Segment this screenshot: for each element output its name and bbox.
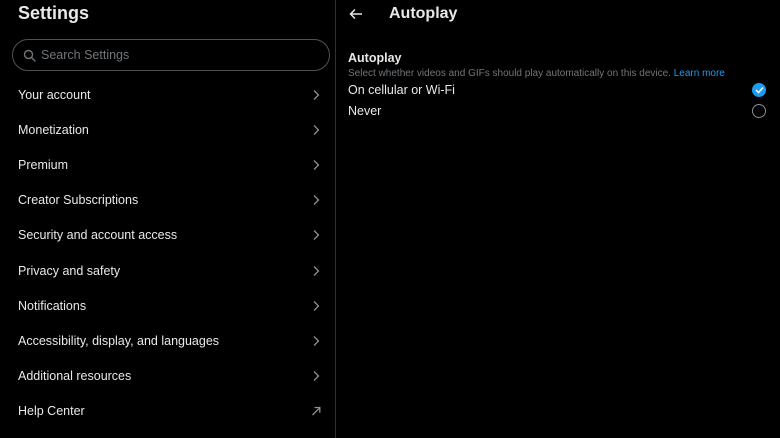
sidebar-item-help-center[interactable]: Help Center	[0, 394, 335, 429]
chevron-right-icon	[311, 265, 321, 277]
autoplay-option-never[interactable]: Never	[348, 102, 766, 120]
search-input[interactable]	[41, 48, 311, 62]
settings-app: Settings Your account Monetization	[0, 0, 780, 438]
sidebar-item-label: Privacy and safety	[18, 263, 121, 278]
sidebar-item-label: Creator Subscriptions	[18, 193, 139, 208]
sidebar-item-additional-resources[interactable]: Additional resources	[0, 359, 335, 394]
sidebar-item-security[interactable]: Security and account access	[0, 218, 335, 253]
sidebar-item-label: Notifications	[18, 298, 87, 313]
autoplay-pane: Autoplay Autoplay Select whether videos …	[337, 0, 780, 438]
radio-checked[interactable]	[752, 83, 766, 97]
autoplay-option-cellular-wifi[interactable]: On cellular or Wi-Fi	[348, 81, 766, 99]
page-title: Autoplay	[389, 5, 458, 22]
settings-title: Settings	[18, 3, 90, 23]
back-arrow-icon	[349, 8, 363, 20]
sidebar-item-premium[interactable]: Premium	[0, 147, 335, 182]
chevron-right-icon	[311, 370, 321, 382]
checkmark-icon	[754, 86, 764, 94]
sidebar-item-monetization[interactable]: Monetization	[0, 112, 335, 147]
section-description: Select whether videos and GIFs should pl…	[348, 68, 725, 79]
sidebar-item-label: Accessibility, display, and languages	[18, 333, 220, 348]
settings-sidebar: Settings Your account Monetization	[0, 0, 336, 438]
chevron-right-icon	[311, 229, 321, 241]
option-label: Never	[348, 104, 382, 118]
chevron-right-icon	[311, 300, 321, 312]
sidebar-item-label: Help Center	[18, 404, 85, 419]
back-button[interactable]	[347, 5, 365, 23]
sidebar-item-label: Security and account access	[18, 228, 178, 243]
sidebar-item-label: Your account	[18, 87, 91, 102]
section-title: Autoplay	[348, 51, 402, 65]
option-label: On cellular or Wi-Fi	[348, 83, 455, 97]
chevron-right-icon	[311, 194, 321, 206]
chevron-right-icon	[311, 159, 321, 171]
sidebar-item-label: Additional resources	[18, 369, 132, 384]
search-icon	[23, 49, 36, 62]
sidebar-item-label: Monetization	[18, 122, 89, 137]
external-link-icon	[311, 405, 321, 417]
settings-menu: Your account Monetization Premium Creato…	[0, 77, 335, 429]
description-text: Select whether videos and GIFs should pl…	[348, 68, 671, 79]
radio-unchecked[interactable]	[752, 104, 766, 118]
chevron-right-icon	[311, 89, 321, 101]
sidebar-item-your-account[interactable]: Your account	[0, 77, 335, 112]
chevron-right-icon	[311, 124, 321, 136]
sidebar-item-privacy[interactable]: Privacy and safety	[0, 253, 335, 288]
search-box[interactable]	[12, 39, 330, 71]
sidebar-item-creator-subscriptions[interactable]: Creator Subscriptions	[0, 183, 335, 218]
sidebar-item-accessibility[interactable]: Accessibility, display, and languages	[0, 323, 335, 358]
sidebar-item-notifications[interactable]: Notifications	[0, 288, 335, 323]
sidebar-item-label: Premium	[18, 157, 69, 172]
chevron-right-icon	[311, 335, 321, 347]
learn-more-link[interactable]: Learn more	[674, 68, 725, 79]
